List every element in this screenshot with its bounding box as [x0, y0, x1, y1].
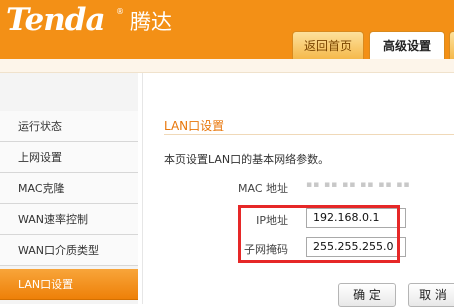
mac-address-value: ▪▪ ▪▪ ▪▪ ▪▪ ▪▪ ▪▪: [306, 180, 411, 190]
sidebar: 运行状态 上网设置 MAC克隆 WAN速率控制 WAN口介质类型 LAN口设置: [0, 73, 138, 304]
sidebar-item-wan-medium-type[interactable]: WAN口介质类型: [0, 235, 138, 266]
tab-advanced-settings[interactable]: 高级设置: [369, 31, 445, 59]
tab-home[interactable]: 返回首页: [292, 31, 364, 59]
cancel-button[interactable]: 取 消: [408, 283, 454, 307]
sidebar-item-run-status[interactable]: 运行状态: [0, 111, 138, 142]
sidebar-item-wan-rate-control[interactable]: WAN速率控制: [0, 204, 138, 235]
section-title: LAN口设置: [164, 119, 225, 133]
tab-overflow-edge: [449, 31, 454, 59]
sidebar-item-lan-settings[interactable]: LAN口设置: [0, 269, 138, 300]
header-strip: [0, 59, 454, 73]
tenda-logo: Tenda: [6, 2, 106, 38]
brand-chinese-name: 腾达: [130, 10, 172, 34]
top-header: Tenda ® 腾达 返回首页 高级设置: [0, 0, 454, 59]
sidebar-item-mac-clone[interactable]: MAC克隆: [0, 173, 138, 204]
confirm-button[interactable]: 确 定: [338, 283, 396, 307]
mac-address-label: MAC 地址: [238, 182, 288, 195]
registered-mark: ®: [116, 7, 124, 16]
section-description: 本页设置LAN口的基本网络参数。: [164, 153, 330, 166]
section-divider: [164, 134, 454, 135]
sidebar-item-internet-settings[interactable]: 上网设置: [0, 142, 138, 173]
highlight-box: [238, 205, 400, 263]
